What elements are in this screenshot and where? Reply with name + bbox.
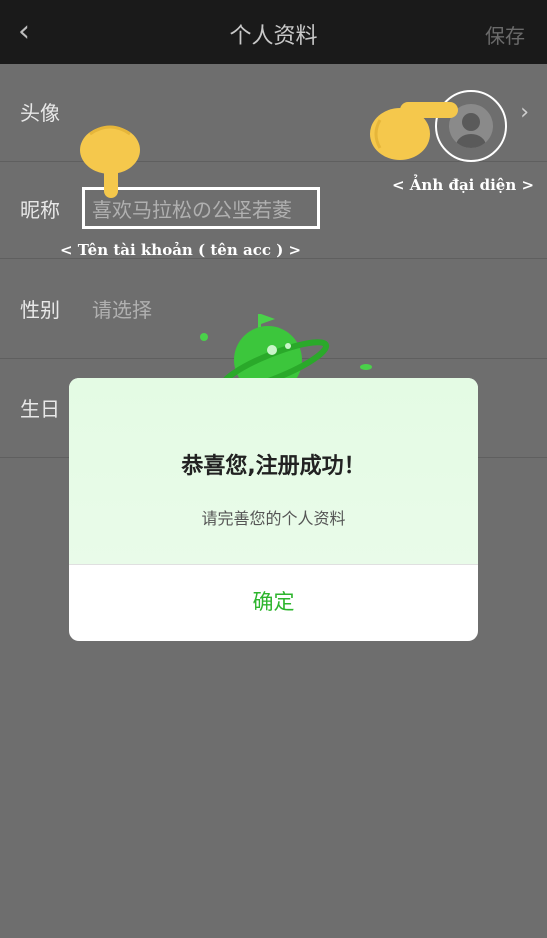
save-button[interactable]: 保存: [485, 20, 525, 49]
success-dialog: 恭喜您,注册成功！ 请完善您的个人资料 确定: [69, 378, 478, 641]
confirm-button[interactable]: 确定: [69, 564, 478, 641]
decor-dot: [360, 364, 372, 370]
avatar-label: 头像: [20, 101, 60, 125]
dialog-body: 恭喜您,注册成功！ 请完善您的个人资料: [69, 378, 478, 565]
gender-label: 性别: [20, 298, 60, 322]
page-title: 个人资料: [229, 24, 318, 49]
account-annotation: < Tên tài khoản ( tên acc ) >: [60, 241, 302, 259]
gender-value[interactable]: 请选择: [92, 262, 152, 358]
dialog-headline: 恭喜您,注册成功！: [181, 454, 366, 479]
nickname-label: 昵称: [20, 198, 60, 222]
pointing-hand-down-icon: [80, 125, 140, 198]
app-header: ‹ 个人资料 保存: [0, 0, 547, 64]
birthday-label: 生日: [20, 397, 60, 421]
chevron-right-icon[interactable]: ›: [520, 100, 529, 125]
decor-dot: [200, 333, 208, 341]
dialog-subtext: 请完善您的个人资料: [201, 509, 346, 528]
pointing-hand-right-icon: [370, 102, 458, 160]
avatar-annotation: < Ảnh đại diện >: [392, 176, 535, 194]
